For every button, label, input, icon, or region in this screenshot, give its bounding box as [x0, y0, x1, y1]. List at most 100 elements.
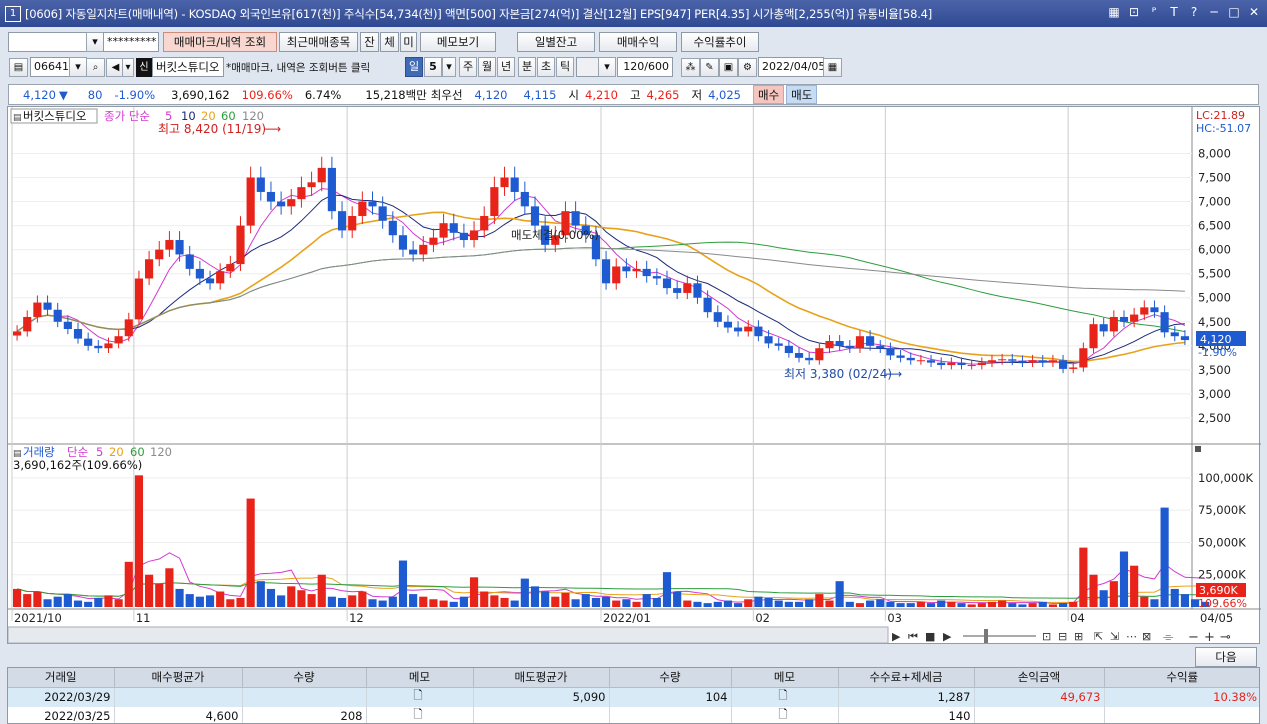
speaker-dropdown-icon[interactable]: ▾ — [122, 57, 134, 77]
period-month-tab[interactable]: 월 — [478, 57, 496, 77]
low-label: 저 — [691, 87, 703, 102]
chart-scrollbar[interactable]: ▶ ⏮ ■ ▶ ⊡ ⊟ ⊞ ⇱ ⇲ ⋯ ⊠ ⌯ − + ⊸ — [7, 626, 1231, 645]
legend-menu-icon[interactable]: ▤ — [13, 113, 22, 123]
search-icon[interactable]: ⌕ — [86, 57, 105, 77]
period-number[interactable]: 5 — [424, 57, 442, 77]
tool1-icon[interactable]: ⇱ — [1094, 630, 1103, 643]
volume-bar — [510, 600, 519, 607]
tool3-icon[interactable]: ⋯ — [1126, 630, 1137, 643]
font-icon[interactable]: T — [1167, 5, 1181, 20]
period-week-tab[interactable]: 주 — [459, 57, 477, 77]
candle — [764, 336, 773, 344]
minus-icon[interactable]: − — [1188, 630, 1199, 645]
balance-button[interactable]: 잔 — [360, 32, 379, 52]
period-day-tab[interactable]: 일 — [405, 57, 423, 77]
trade-profit-button[interactable]: 매매수익 — [599, 32, 677, 52]
col-sell-qty: 수량 — [609, 668, 732, 688]
play-icon[interactable]: ▶ — [943, 630, 952, 643]
volume-bar — [1008, 603, 1017, 607]
candle — [784, 345, 793, 354]
daily-balance-button[interactable]: 일별잔고 — [517, 32, 595, 52]
layout-icon[interactable]: ▤ — [9, 57, 28, 77]
candle — [175, 240, 184, 255]
link-icon[interactable]: ⊡ — [1127, 5, 1141, 20]
volume-bar — [155, 583, 164, 607]
indicator-icon[interactable]: ⁂ — [681, 57, 700, 77]
draw-tool-icon[interactable]: ✎ — [700, 57, 719, 77]
scroll-start-icon[interactable]: ⏮ — [908, 630, 918, 643]
save-icon[interactable]: ▣ — [719, 57, 738, 77]
memo-edit-icon[interactable]: 🗋 — [366, 706, 474, 723]
chart-panel[interactable]: 2,5003,0003,5004,0004,5005,0005,5006,000… — [7, 106, 1261, 645]
price-volume-chart[interactable]: 2,5003,0003,5004,0004,5005,0005,5006,000… — [7, 107, 1261, 645]
period-minute-tab[interactable]: 분 — [518, 57, 536, 77]
zoom-reset-icon[interactable]: ⊸ — [1220, 630, 1231, 645]
volume-bar — [429, 599, 438, 607]
volume-bar — [317, 574, 326, 607]
price-tag-label: 4,120 — [1200, 333, 1232, 346]
panel-close-icon[interactable] — [1195, 446, 1201, 452]
stock-code-input[interactable]: 066410 — [30, 57, 70, 77]
account-input[interactable] — [8, 32, 88, 52]
tick-dropdown-icon[interactable]: ▾ — [598, 57, 616, 77]
memo-view-button[interactable]: 메모보기 — [420, 32, 496, 52]
stop-icon[interactable]: ■ — [925, 630, 935, 643]
period-second-tab[interactable]: 초 — [537, 57, 555, 77]
volume-bar — [937, 600, 946, 607]
volume-bar — [1099, 590, 1108, 607]
candle — [246, 177, 255, 226]
candle — [734, 327, 743, 332]
maximize-icon[interactable]: □ — [1227, 5, 1241, 20]
buy-button[interactable]: 매수 — [753, 85, 785, 104]
help-icon[interactable]: ? — [1187, 5, 1201, 20]
period-dropdown-icon[interactable]: ▾ — [442, 57, 456, 77]
memo-edit-icon[interactable]: 🗋 — [731, 687, 839, 707]
volume-bar — [73, 600, 83, 607]
scroll-right-icon[interactable]: ▶ — [892, 630, 901, 643]
rate-tag-label: -1.90% — [1198, 346, 1237, 359]
account-dropdown-icon[interactable]: ▾ — [86, 32, 104, 52]
period-tick-tab[interactable]: 틱 — [556, 57, 574, 77]
zoom-in-icon[interactable]: ⊞ — [1074, 630, 1083, 643]
candle — [713, 312, 722, 322]
period-year-tab[interactable]: 년 — [497, 57, 515, 77]
executed-button[interactable]: 체 — [380, 32, 399, 52]
volume-bar — [490, 595, 499, 607]
candle — [185, 254, 194, 269]
volume-bar — [561, 592, 570, 607]
tool2-icon[interactable]: ⇲ — [1110, 630, 1119, 643]
count-input[interactable]: 120/600 — [617, 57, 673, 77]
memo-icon[interactable]: 🗋 — [731, 706, 839, 723]
pointer-icon[interactable]: ⌯ — [1163, 630, 1174, 645]
return-trend-button[interactable]: 수익률추이 — [681, 32, 759, 52]
close-icon[interactable]: ✕ — [1247, 5, 1261, 20]
calendar-icon[interactable]: ▦ — [823, 57, 842, 77]
candle — [134, 278, 144, 320]
table-row[interactable]: 2022/03/25 4,600 208 🗋 🗋 140 — [8, 706, 1259, 723]
password-input[interactable]: ********* — [103, 32, 159, 52]
zoom-out-icon[interactable]: ⊟ — [1058, 630, 1067, 643]
candle — [947, 362, 956, 366]
code-dropdown-icon[interactable]: ▾ — [69, 57, 87, 77]
candle — [683, 283, 692, 293]
mark-query-button[interactable]: 매매마크/내역 조회 — [163, 32, 277, 52]
minimize-icon[interactable]: ─ — [1207, 5, 1221, 20]
tool4-icon[interactable]: ⊠ — [1142, 630, 1151, 643]
cell-fee: 1,287 — [838, 687, 975, 707]
candle — [94, 345, 103, 349]
sell-button[interactable]: 매도 — [786, 85, 818, 104]
zoom-slider-handle[interactable] — [984, 629, 988, 643]
recent-stocks-button[interactable]: 최근매매종목 — [279, 32, 358, 52]
candle — [43, 302, 52, 310]
next-button[interactable]: 다음 — [1195, 647, 1257, 667]
unexecuted-button[interactable]: 미 — [400, 32, 417, 52]
candle — [124, 319, 133, 337]
plus-icon[interactable]: + — [1204, 630, 1215, 645]
zoom-icon[interactable]: ⊡ — [1042, 630, 1051, 643]
grid-icon[interactable]: ▦ — [1107, 5, 1121, 20]
memo-icon[interactable]: 🗋 — [366, 687, 474, 707]
table-row[interactable]: 2022/03/29 🗋 5,090 104 🗋 1,287 49,673 10… — [8, 687, 1259, 707]
gear-icon[interactable]: ⚙ — [738, 57, 757, 77]
pin-icon[interactable]: ᴾ — [1147, 5, 1161, 20]
date-input[interactable]: 2022/04/05 — [758, 57, 824, 77]
